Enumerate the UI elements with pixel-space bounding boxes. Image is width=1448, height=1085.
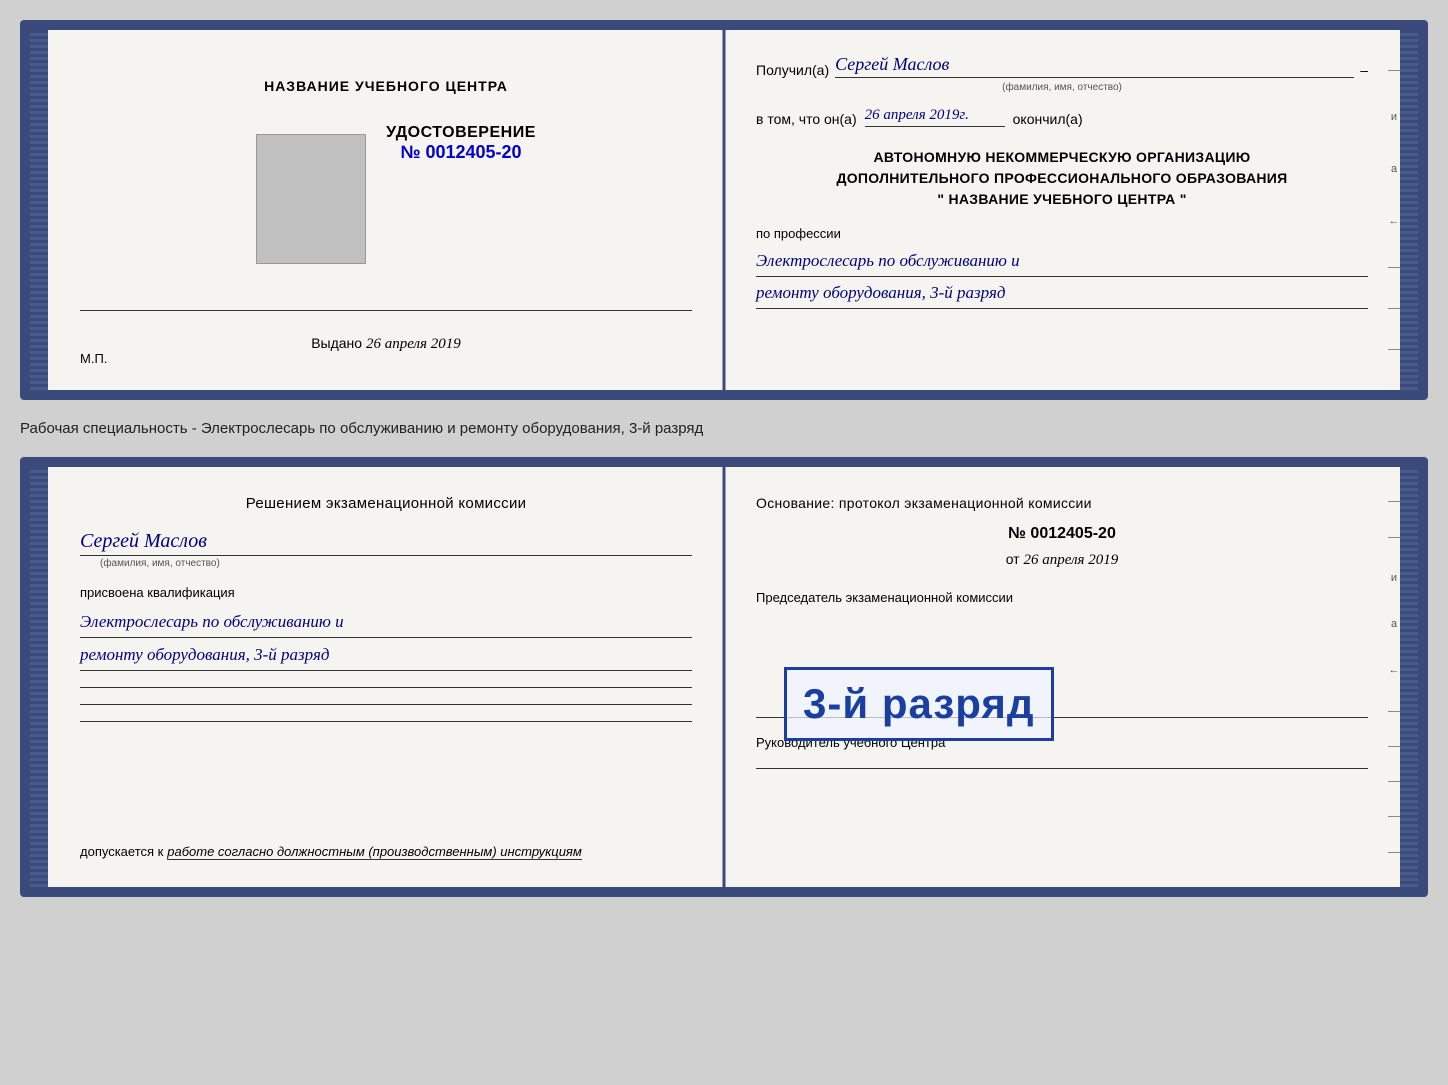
kval-line2: ремонту оборудования, 3-й разряд [80, 641, 692, 671]
predsedatel-label: Председатель экзаменационной комиссии [756, 590, 1013, 605]
b-edge-dash-1 [1388, 501, 1400, 502]
org-line2: ДОПОЛНИТЕЛЬНОГО ПРОФЕССИОНАЛЬНОГО ОБРАЗО… [756, 168, 1368, 189]
profession-line1: Электрослесарь по обслуживанию и [756, 247, 1368, 277]
org-line3: " НАЗВАНИЕ УЧЕБНОГО ЦЕНТРА " [756, 189, 1368, 210]
dash-1: – [1360, 62, 1368, 78]
b-edge-letter-arrow: ← [1388, 664, 1400, 676]
stamp-text: 3-й разряд [803, 680, 1035, 728]
b-edge-letter-a: а [1388, 618, 1400, 630]
b-edge-dash-5 [1388, 781, 1400, 782]
vydano-date: 26 апреля 2019 [366, 336, 461, 352]
bottom-divider-1 [80, 687, 692, 688]
dopusk-label: допускается к [80, 844, 163, 859]
bottom-cert-right-panel: Основание: протокол экзаменационной коми… [724, 467, 1418, 887]
b-edge-dash-3 [1388, 711, 1400, 712]
vtom-okoncil: окончил(а) [1013, 111, 1083, 127]
kval-line1: Электрослесарь по обслуживанию и [80, 608, 692, 638]
edge-dash-3 [1388, 308, 1400, 309]
ot-date-line: от 26 апреля 2019 [756, 551, 1368, 569]
vtom-date: 26 апреля 2019г. [865, 107, 1005, 127]
dopuskaetsya-block: допускается к работе согласно должностны… [80, 843, 704, 859]
b-edge-dash-6 [1388, 816, 1400, 817]
ot-date-value: 26 апреля 2019 [1023, 552, 1118, 568]
mp-text: М.П. [80, 351, 107, 366]
vtom-label: в том, что он(а) [756, 111, 857, 127]
dopusk-text: работе согласно должностным (производств… [167, 844, 582, 860]
b-edge-dash-2 [1388, 537, 1400, 538]
vydano-label: Выдано [311, 335, 362, 351]
vtom-line: в том, что он(а) 26 апреля 2019г. окончи… [756, 107, 1368, 127]
osnovanie-title: Основание: протокол экзаменационной коми… [756, 495, 1368, 511]
edge-letter-i: и [1388, 111, 1400, 123]
stamp-box: 3-й разряд [784, 667, 1054, 741]
bottom-right-edge-decoration: и а ← [1388, 467, 1400, 887]
predsedatel-block: Председатель экзаменационной комиссии [756, 589, 1368, 607]
kval-text: Электрослесарь по обслуживанию и ремонту… [80, 608, 692, 671]
b-edge-dash-4 [1388, 746, 1400, 747]
udost-number: № 0012405-20 [386, 142, 536, 163]
top-cert-right-panel: Получил(а) Сергей Маслов – (фамилия, имя… [724, 30, 1418, 390]
edge-dash-4 [1388, 349, 1400, 350]
b-edge-dash-7 [1388, 852, 1400, 853]
between-text: Рабочая специальность - Электрослесарь п… [20, 416, 1428, 441]
profession-text: Электрослесарь по обслуживанию и ремонту… [756, 247, 1368, 309]
right-edge-decoration: и а ← [1388, 30, 1400, 390]
page-wrapper: НАЗВАНИЕ УЧЕБНОГО ЦЕНТРА УДОСТОВЕРЕНИЕ №… [20, 20, 1428, 897]
bottom-certificate: Решением экзаменационной комиссии Сергей… [20, 457, 1428, 897]
poluchil-name: Сергей Маслов [835, 54, 1354, 78]
profession-line2: ремонту оборудования, 3-й разряд [756, 279, 1368, 309]
edge-letter-a: а [1388, 163, 1400, 175]
fio-hint-top: (фамилия, имя, отчество) [756, 82, 1368, 93]
udost-title: УДОСТОВЕРЕНИЕ [386, 124, 536, 142]
bottom-name: Сергей Маслов [80, 530, 692, 556]
edge-dash-2 [1388, 267, 1400, 268]
rukovoditel-sign-line [756, 768, 1368, 769]
top-cert-center-title: НАЗВАНИЕ УЧЕБНОГО ЦЕНТРА [264, 78, 508, 94]
bottom-divider-2 [80, 704, 692, 705]
b-edge-letter-i: и [1388, 572, 1400, 584]
bottom-cert-left-panel: Решением экзаменационной комиссии Сергей… [30, 467, 724, 887]
org-block: АВТОНОМНУЮ НЕКОММЕРЧЕСКУЮ ОРГАНИЗАЦИЮ ДО… [756, 147, 1368, 210]
ot-label: от [1006, 551, 1020, 567]
resheniem-title: Решением экзаменационной комиссии [80, 495, 692, 512]
edge-letter-arrow: ← [1388, 215, 1400, 227]
photo-placeholder [256, 134, 366, 264]
udost-block: УДОСТОВЕРЕНИЕ № 0012405-20 [386, 124, 536, 163]
org-line1: АВТОНОМНУЮ НЕКОММЕРЧЕСКУЮ ОРГАНИЗАЦИЮ [756, 147, 1368, 168]
prisvoena-text: присвоена квалификация [80, 585, 692, 600]
fio-hint-bottom: (фамилия, имя, отчество) [100, 558, 692, 569]
vydano-line: Выдано 26 апреля 2019 [311, 335, 461, 353]
po-professii-label: по профессии [756, 226, 1368, 241]
protocol-number: № 0012405-20 [756, 525, 1368, 543]
top-certificate: НАЗВАНИЕ УЧЕБНОГО ЦЕНТРА УДОСТОВЕРЕНИЕ №… [20, 20, 1428, 400]
poluchil-line: Получил(а) Сергей Маслов – [756, 54, 1368, 78]
top-cert-left-panel: НАЗВАНИЕ УЧЕБНОГО ЦЕНТРА УДОСТОВЕРЕНИЕ №… [30, 30, 724, 390]
edge-dash-1 [1388, 70, 1400, 71]
bottom-divider-3 [80, 721, 692, 722]
divider-line-1 [80, 310, 692, 311]
poluchil-label: Получил(а) [756, 62, 829, 78]
